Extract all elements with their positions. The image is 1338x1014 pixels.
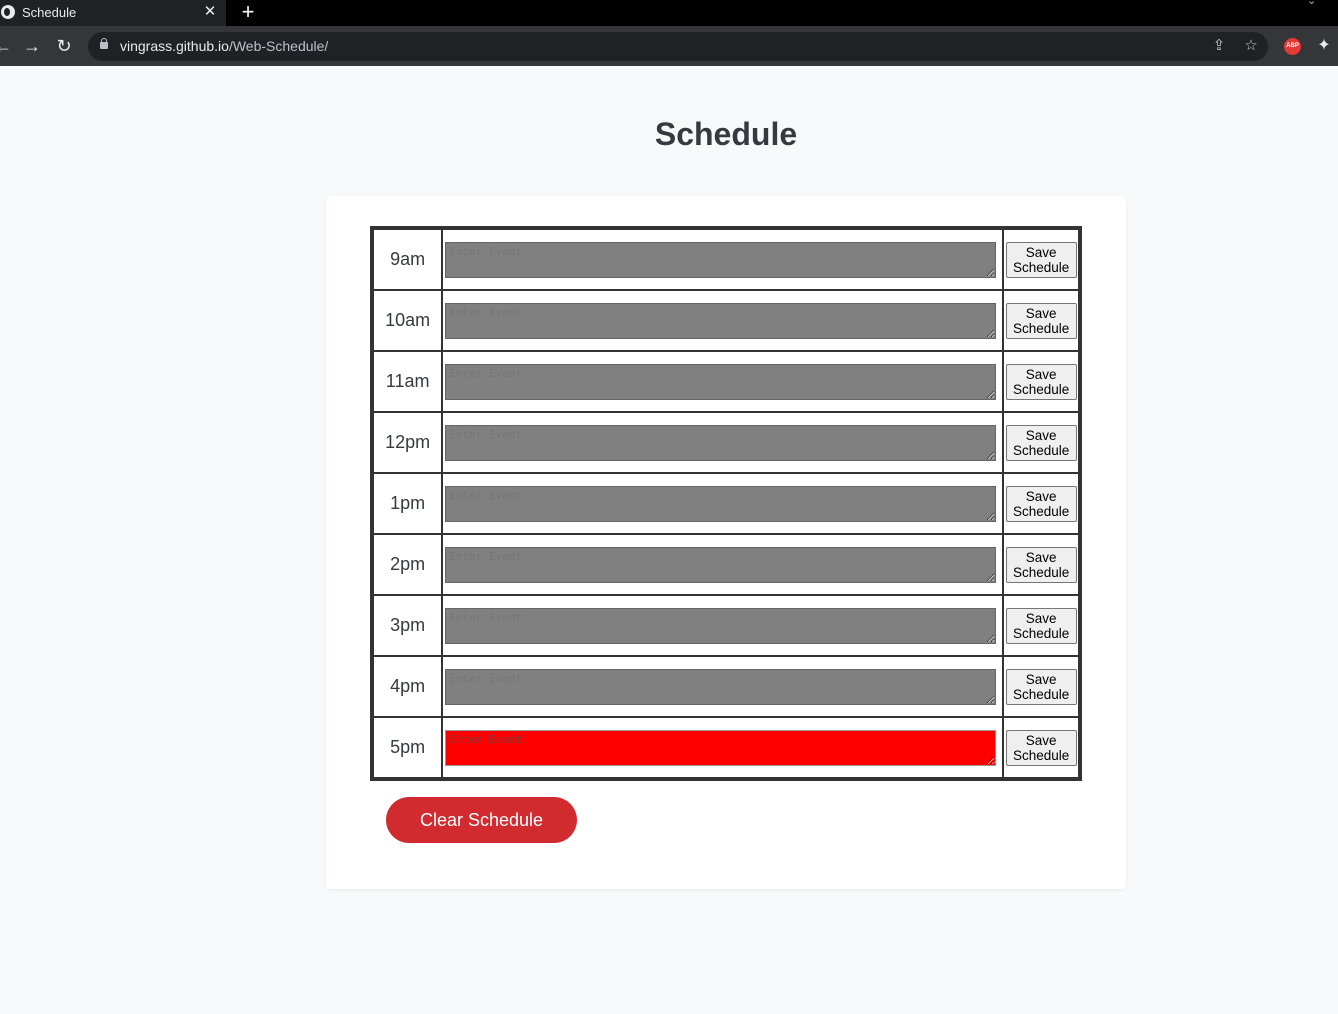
event-input[interactable]	[445, 363, 997, 400]
event-input[interactable]	[445, 668, 997, 705]
save-cell: Save Schedule	[1003, 595, 1079, 656]
hour-label: 3pm	[373, 595, 443, 656]
event-cell	[442, 412, 1004, 473]
puzzle-icon[interactable]: ✦	[1314, 36, 1334, 56]
schedule-row: 10am Save Schedule	[373, 290, 1079, 351]
save-cell: Save Schedule	[1003, 229, 1079, 290]
save-schedule-button[interactable]: Save Schedule	[1005, 302, 1077, 339]
clear-schedule-button[interactable]: Clear Schedule	[386, 797, 577, 843]
hour-label: 10am	[373, 290, 443, 351]
save-schedule-button[interactable]: Save Schedule	[1005, 668, 1077, 705]
url-text: vingrass.github.io/Web-Schedule/	[120, 38, 329, 54]
event-cell	[442, 473, 1004, 534]
event-cell	[442, 290, 1004, 351]
hour-label: 2pm	[373, 534, 443, 595]
share-icon[interactable]: ⇪	[1210, 37, 1228, 55]
save-schedule-button[interactable]: Save Schedule	[1005, 485, 1077, 522]
save-schedule-button[interactable]: Save Schedule	[1005, 729, 1077, 766]
save-cell: Save Schedule	[1003, 473, 1079, 534]
schedule-row: 4pm Save Schedule	[373, 656, 1079, 717]
chevron-down-icon[interactable]: ⌄	[1307, 0, 1319, 7]
schedule-row: 9am Save Schedule	[373, 229, 1079, 290]
event-cell	[442, 717, 1004, 778]
hour-label: 4pm	[373, 656, 443, 717]
event-cell	[442, 351, 1004, 412]
save-schedule-button[interactable]: Save Schedule	[1005, 546, 1077, 583]
adblock-icon[interactable]: ABP	[1284, 38, 1301, 55]
event-input[interactable]	[445, 302, 997, 339]
hour-label: 5pm	[373, 717, 443, 778]
save-cell: Save Schedule	[1003, 351, 1079, 412]
save-cell: Save Schedule	[1003, 534, 1079, 595]
event-cell	[442, 229, 1004, 290]
hour-label: 9am	[373, 229, 443, 290]
address-bar[interactable]: vingrass.github.io/Web-Schedule/ ⇪ ☆	[88, 32, 1268, 61]
save-cell: Save Schedule	[1003, 717, 1079, 778]
event-cell	[442, 656, 1004, 717]
event-cell	[442, 595, 1004, 656]
forward-icon[interactable]: →	[22, 35, 42, 57]
schedule-row: 11am Save Schedule	[373, 351, 1079, 412]
reload-icon[interactable]: ↻	[54, 35, 74, 57]
schedule-row: 3pm Save Schedule	[373, 595, 1079, 656]
browser-toolbar: ← → ↻ vingrass.github.io/Web-Schedule/ ⇪…	[0, 26, 1338, 66]
tab-strip: Schedule ✕ + ⌄	[0, 0, 1338, 26]
close-icon[interactable]: ✕	[203, 3, 217, 21]
schedule-row: 5pm Save Schedule	[373, 717, 1079, 778]
schedule-card: 9am Save Schedule 10am Save Schedule 11am Sav…	[326, 196, 1126, 889]
save-cell: Save Schedule	[1003, 412, 1079, 473]
lock-icon	[100, 38, 108, 49]
event-input[interactable]	[445, 607, 997, 644]
schedule-table: 9am Save Schedule 10am Save Schedule 11am Sav…	[370, 226, 1082, 781]
event-input[interactable]	[445, 485, 997, 522]
save-schedule-button[interactable]: Save Schedule	[1005, 424, 1077, 461]
schedule-row: 1pm Save Schedule	[373, 473, 1079, 534]
tab-title: Schedule	[22, 5, 77, 20]
event-input[interactable]	[445, 424, 997, 461]
schedule-row: 2pm Save Schedule	[373, 534, 1079, 595]
save-schedule-button[interactable]: Save Schedule	[1005, 241, 1077, 278]
back-icon[interactable]: ←	[0, 35, 13, 57]
hour-label: 11am	[373, 351, 443, 412]
event-input[interactable]	[445, 729, 997, 766]
event-input[interactable]	[445, 241, 997, 278]
save-cell: Save Schedule	[1003, 290, 1079, 351]
schedule-row: 12pm Save Schedule	[373, 412, 1079, 473]
save-schedule-button[interactable]: Save Schedule	[1005, 607, 1077, 644]
hour-label: 12pm	[373, 412, 443, 473]
save-cell: Save Schedule	[1003, 656, 1079, 717]
hour-label: 1pm	[373, 473, 443, 534]
event-input[interactable]	[445, 546, 997, 583]
event-cell	[442, 534, 1004, 595]
save-schedule-button[interactable]: Save Schedule	[1005, 363, 1077, 400]
browser-tab[interactable]: Schedule ✕	[0, 0, 226, 26]
globe-icon	[1, 5, 15, 19]
star-icon[interactable]: ☆	[1242, 37, 1260, 55]
new-tab-button[interactable]: +	[238, 1, 258, 23]
page-title: Schedule	[654, 116, 798, 152]
